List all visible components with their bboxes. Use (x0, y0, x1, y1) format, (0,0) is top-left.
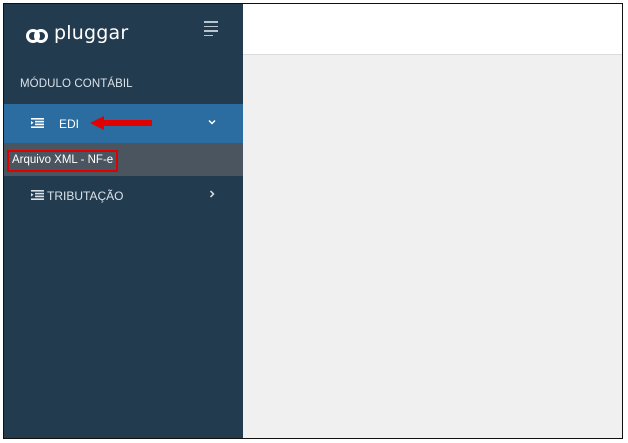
pluggar-logo-icon (26, 29, 48, 43)
red-arrow-annotation (90, 116, 152, 130)
main-content (243, 55, 622, 438)
sidebar-item-label: EDI (59, 117, 80, 131)
indent-list-icon (31, 118, 44, 128)
chevron-right-icon (209, 190, 215, 198)
hamburger-icon[interactable] (204, 21, 218, 36)
top-bar (243, 4, 622, 55)
module-label: MÓDULO CONTÁBIL (20, 78, 133, 90)
sidebar-item-tributacao[interactable]: TRIBUTAÇÃO (4, 176, 243, 215)
brand-header: pluggar (4, 4, 243, 64)
submenu-item-label: Arquivo XML - NF-e (7, 150, 119, 172)
app-window: pluggar MÓDULO CONTÁBIL EDI Arquivo XML … (3, 3, 623, 439)
sidebar-item-label: TRIBUTAÇÃO (47, 189, 124, 203)
indent-list-icon (31, 190, 44, 200)
chevron-down-icon (208, 119, 216, 125)
brand-name: pluggar (54, 22, 129, 44)
sidebar: pluggar MÓDULO CONTÁBIL EDI Arquivo XML … (4, 4, 243, 438)
submenu-item-arquivo-xml[interactable]: Arquivo XML - NF-e (4, 143, 243, 176)
